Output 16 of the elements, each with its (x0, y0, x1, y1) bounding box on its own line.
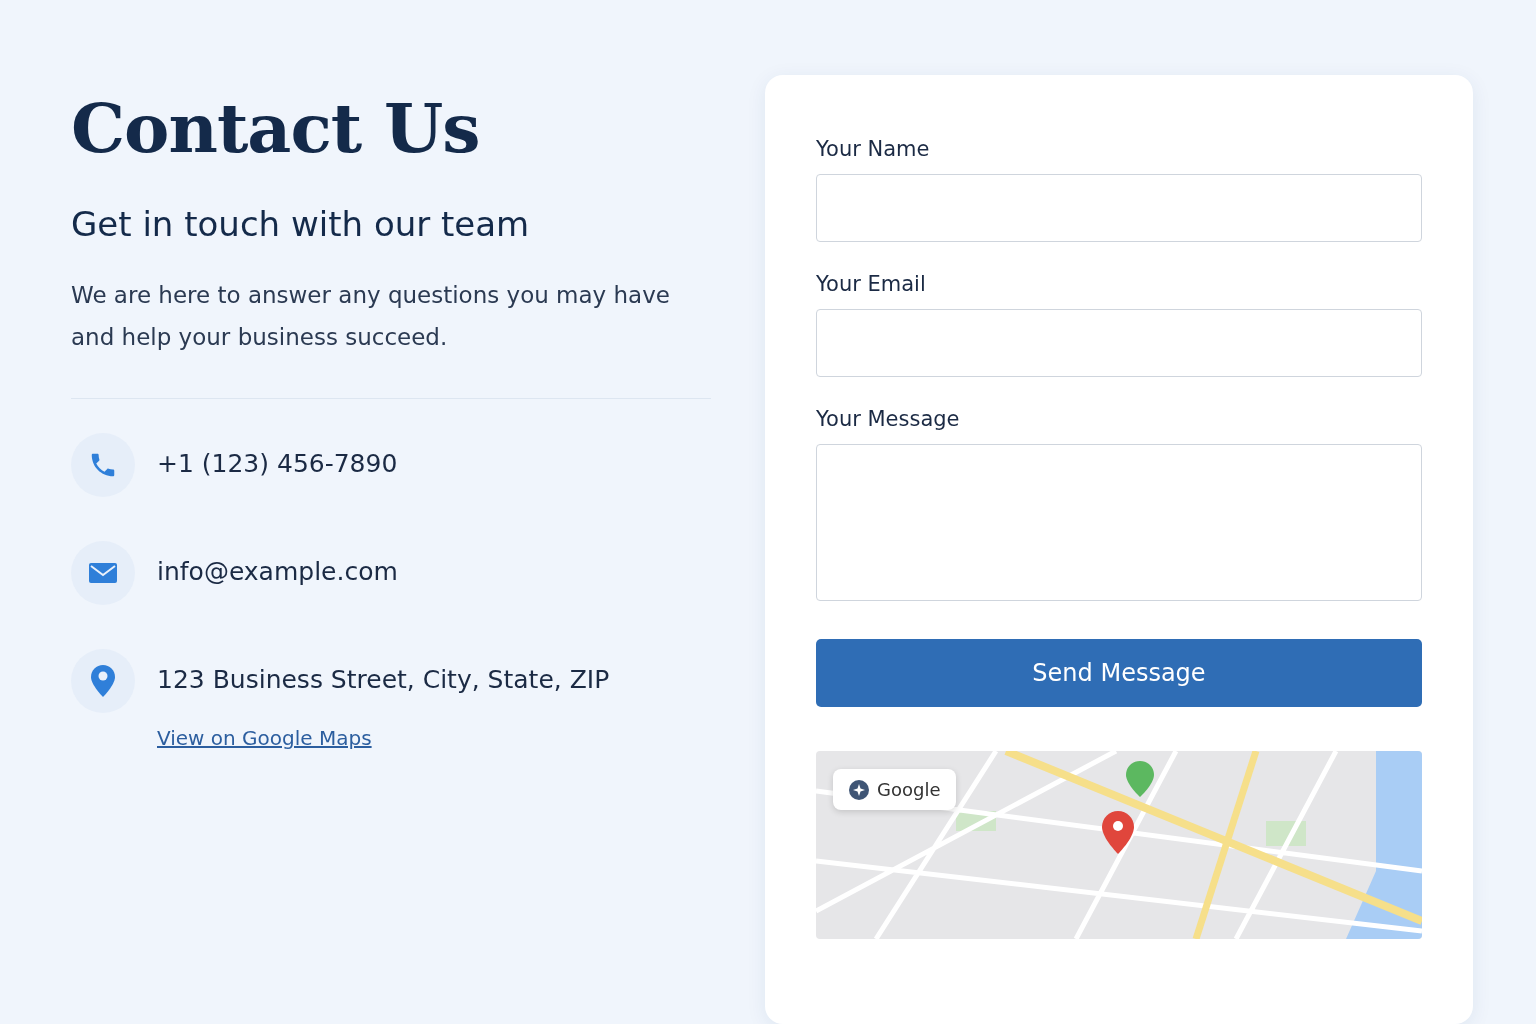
subtitle: Get in touch with our team (71, 204, 531, 244)
field-label: Your Email (816, 272, 927, 296)
input-field[interactable] (816, 174, 1422, 242)
page-title: Contact Us (71, 88, 481, 168)
field-label: Your Message (816, 407, 961, 431)
contact-text: 123 Business Street, City, State, ZIP (157, 665, 610, 694)
send-button[interactable]: Send Message (816, 639, 1422, 707)
intro-text: We are here to answer any questions you may have and help your business succeed. (71, 281, 671, 352)
message-field[interactable] (816, 444, 1422, 601)
contact-text: +1 (123) 456-7890 (157, 449, 398, 478)
compass-icon (849, 779, 869, 800)
field-label: Your Name (816, 137, 931, 161)
contact-text: info@example.com (157, 557, 398, 586)
maps-link[interactable]: View on Google Maps (157, 726, 372, 750)
map-chip[interactable]: Google (833, 769, 957, 810)
input-field[interactable] (816, 309, 1422, 377)
